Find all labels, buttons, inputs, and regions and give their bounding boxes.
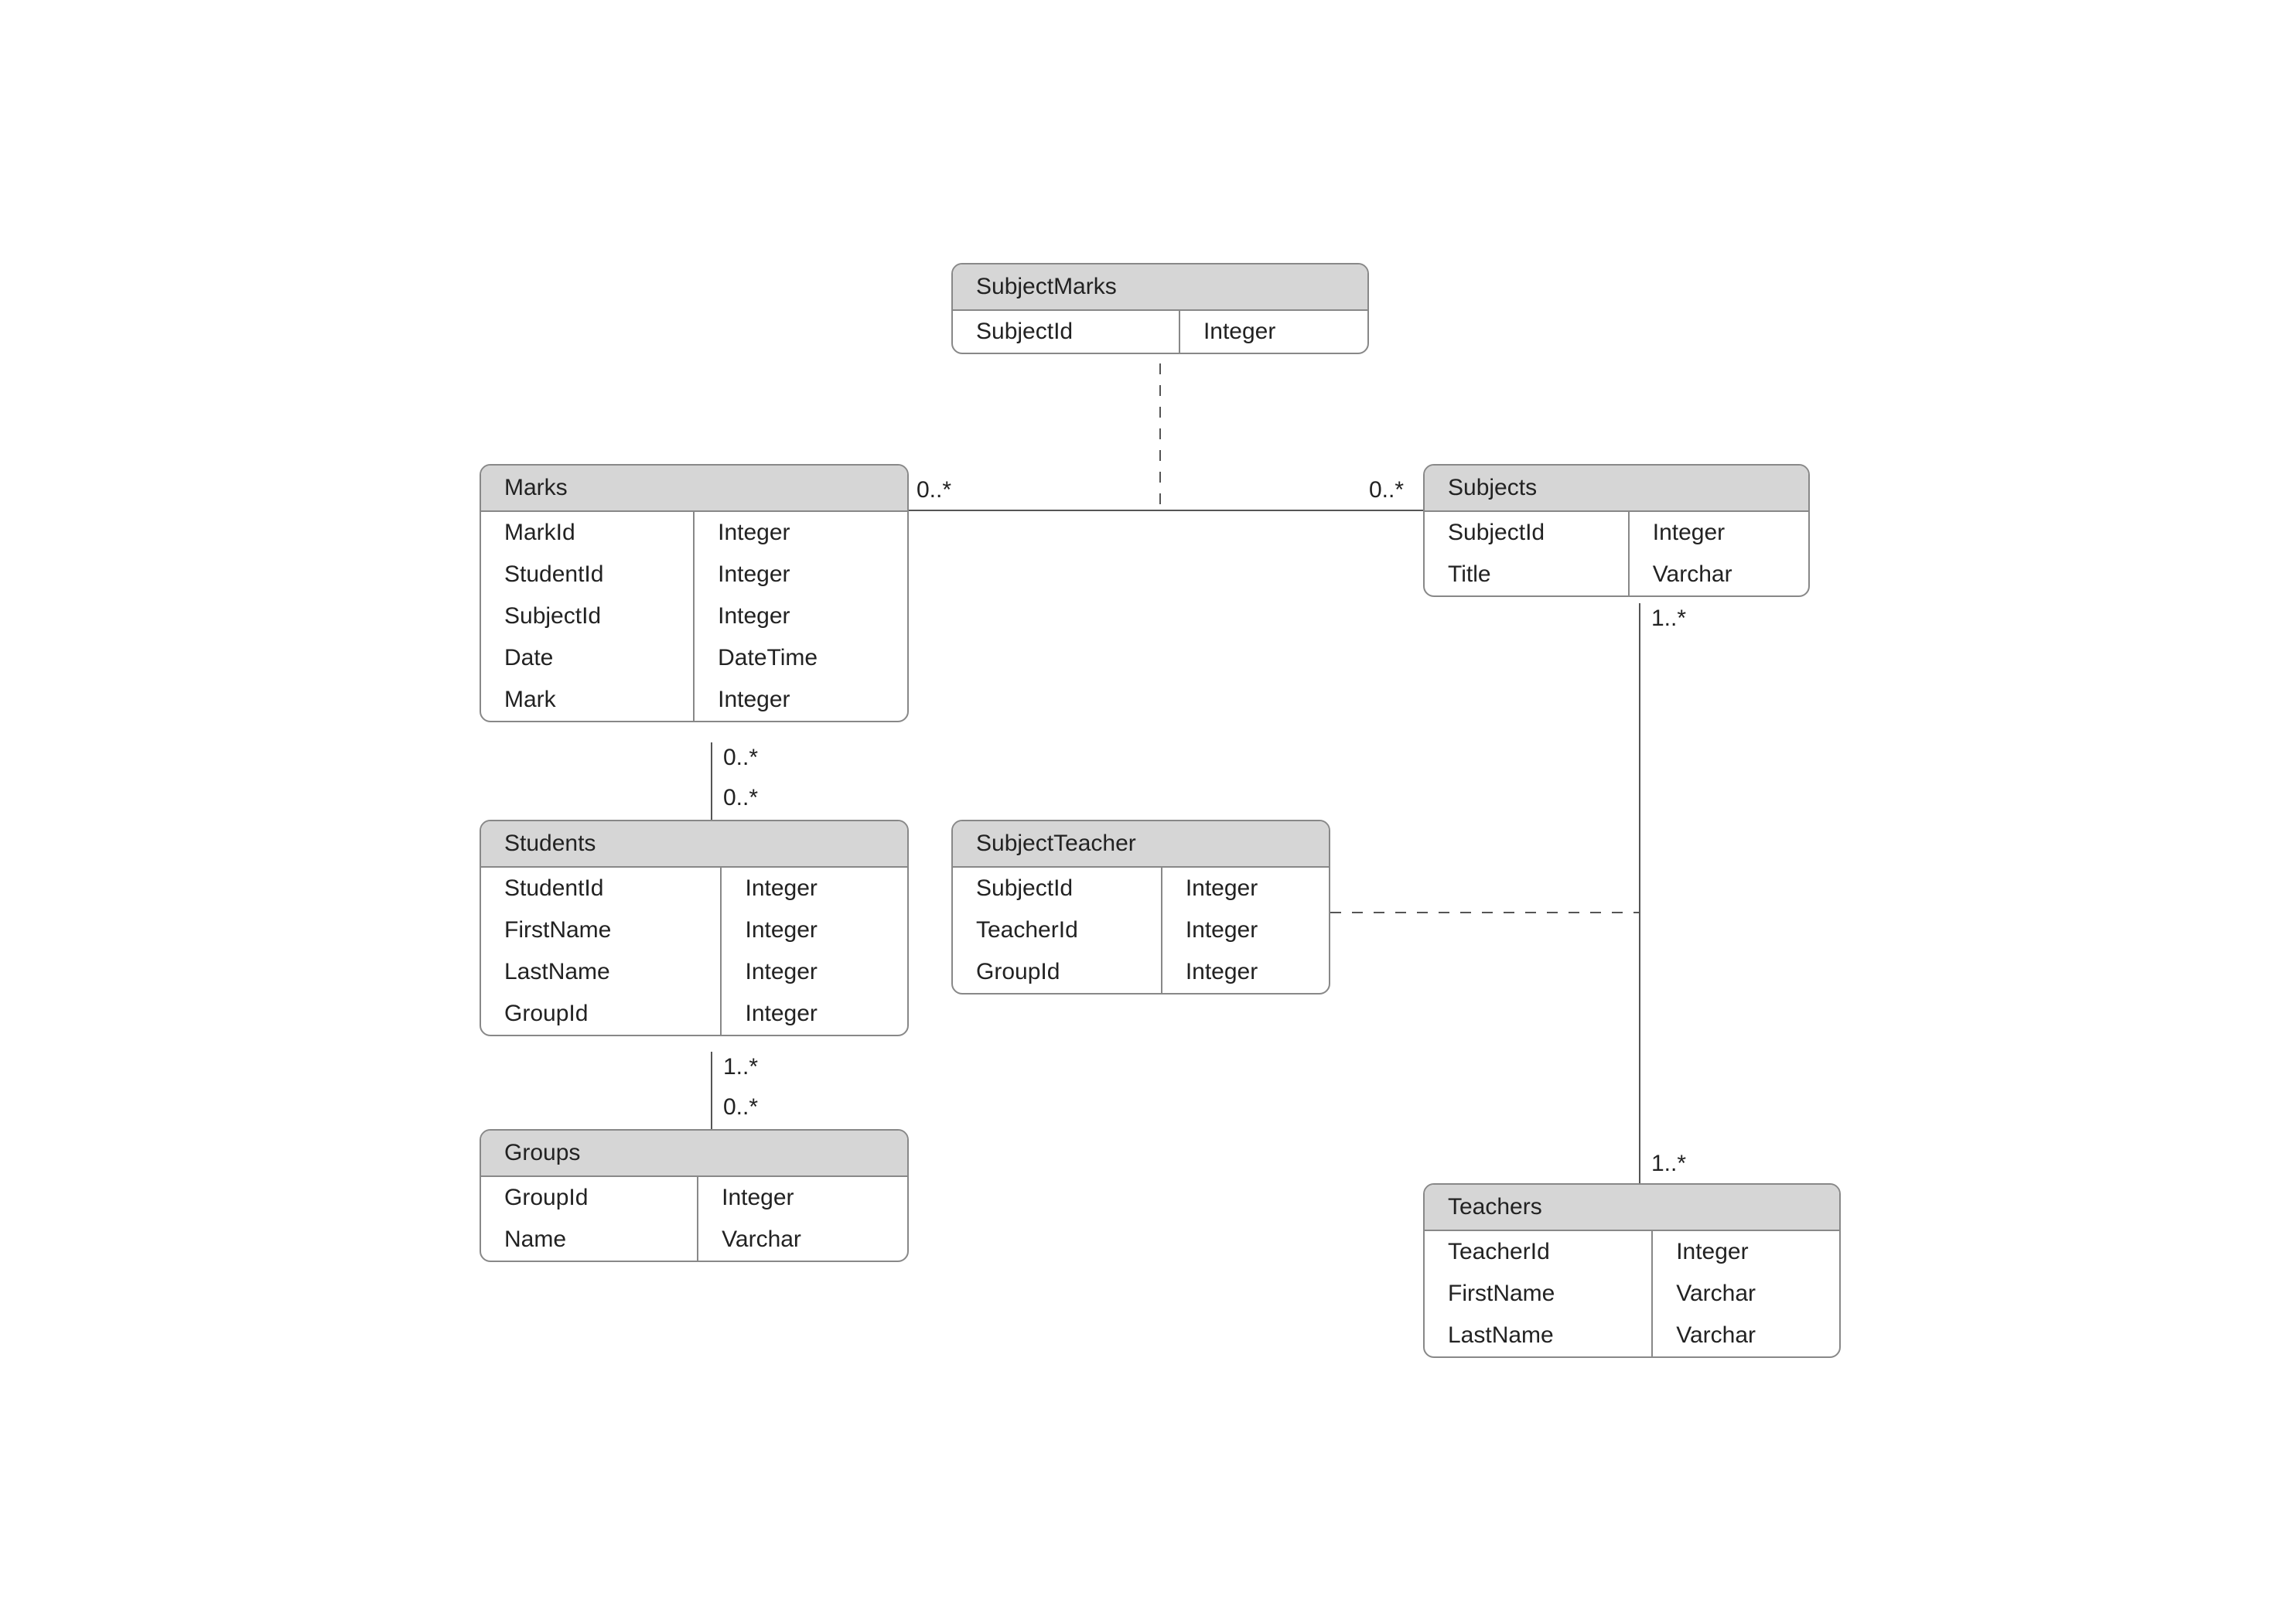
field-name: Mark — [481, 679, 694, 721]
field-name: FirstName — [1425, 1273, 1652, 1315]
multiplicity-label: 1..* — [1651, 606, 1686, 632]
entity-title: SubjectMarks — [953, 264, 1367, 311]
er-diagram-canvas: SubjectMarks SubjectId Integer Marks Mar… — [0, 0, 2294, 1624]
field-name: TeacherId — [953, 909, 1162, 951]
entity-field-row: StudentId Integer — [481, 554, 907, 595]
entity-field-row: GroupId Integer — [481, 1177, 907, 1219]
field-name: GroupId — [481, 993, 721, 1035]
entity-field-row: Title Varchar — [1425, 554, 1808, 595]
entity-title: SubjectTeacher — [953, 821, 1329, 868]
connectors-layer — [0, 0, 2294, 1624]
multiplicity-label: 0..* — [1369, 477, 1404, 503]
entity-marks[interactable]: Marks MarkId Integer StudentId Integer S… — [480, 464, 909, 722]
field-type: Integer — [721, 993, 907, 1035]
entity-field-row: FirstName Integer — [481, 909, 907, 951]
field-type: Integer — [1162, 868, 1329, 909]
multiplicity-label: 1..* — [1651, 1151, 1686, 1177]
field-type: Integer — [721, 868, 907, 909]
field-name: FirstName — [481, 909, 721, 951]
entity-subject-teacher[interactable]: SubjectTeacher SubjectId Integer Teacher… — [951, 820, 1330, 995]
field-type: Integer — [1162, 909, 1329, 951]
field-type: Integer — [694, 512, 907, 554]
field-name: LastName — [481, 951, 721, 993]
entity-field-row: Mark Integer — [481, 679, 907, 721]
field-type: Integer — [694, 679, 907, 721]
entity-field-row: GroupId Integer — [481, 993, 907, 1035]
field-type: Varchar — [1652, 1273, 1839, 1315]
field-name: SubjectId — [953, 311, 1179, 353]
entity-groups[interactable]: Groups GroupId Integer Name Varchar — [480, 1129, 909, 1262]
field-name: LastName — [1425, 1315, 1652, 1356]
entity-field-row: Date DateTime — [481, 637, 907, 679]
field-name: SubjectId — [1425, 512, 1629, 554]
field-name: SubjectId — [953, 868, 1162, 909]
field-name: TeacherId — [1425, 1231, 1652, 1273]
entity-title: Groups — [481, 1131, 907, 1177]
entity-field-row: SubjectId Integer — [481, 595, 907, 637]
field-type: DateTime — [694, 637, 907, 679]
entity-field-row: SubjectId Integer — [953, 868, 1329, 909]
entity-field-row: TeacherId Integer — [953, 909, 1329, 951]
field-type: Varchar — [1652, 1315, 1839, 1356]
field-type: Integer — [694, 554, 907, 595]
field-name: Date — [481, 637, 694, 679]
entity-field-row: GroupId Integer — [953, 951, 1329, 993]
field-name: GroupId — [953, 951, 1162, 993]
field-type: Integer — [698, 1177, 907, 1219]
entity-teachers[interactable]: Teachers TeacherId Integer FirstName Var… — [1423, 1183, 1841, 1358]
entity-field-row: LastName Integer — [481, 951, 907, 993]
entity-field-row: MarkId Integer — [481, 512, 907, 554]
entity-field-row: StudentId Integer — [481, 868, 907, 909]
field-type: Integer — [694, 595, 907, 637]
entity-field-row: FirstName Varchar — [1425, 1273, 1839, 1315]
field-type: Integer — [721, 951, 907, 993]
entity-title: Marks — [481, 466, 907, 512]
multiplicity-label: 0..* — [917, 477, 951, 503]
entity-subject-marks[interactable]: SubjectMarks SubjectId Integer — [951, 263, 1369, 354]
entity-field-row: Name Varchar — [481, 1219, 907, 1261]
field-type: Integer — [1162, 951, 1329, 993]
entity-subjects[interactable]: Subjects SubjectId Integer Title Varchar — [1423, 464, 1810, 597]
field-name: GroupId — [481, 1177, 698, 1219]
entity-field-row: SubjectId Integer — [953, 311, 1367, 353]
field-type: Varchar — [1629, 554, 1808, 595]
field-type: Integer — [721, 909, 907, 951]
entity-students[interactable]: Students StudentId Integer FirstName Int… — [480, 820, 909, 1036]
field-name: Name — [481, 1219, 698, 1261]
entity-title: Students — [481, 821, 907, 868]
field-type: Varchar — [698, 1219, 907, 1261]
entity-field-row: TeacherId Integer — [1425, 1231, 1839, 1273]
field-name: StudentId — [481, 554, 694, 595]
multiplicity-label: 0..* — [723, 745, 758, 771]
field-type: Integer — [1179, 311, 1367, 353]
field-name: SubjectId — [481, 595, 694, 637]
field-type: Integer — [1629, 512, 1808, 554]
multiplicity-label: 0..* — [723, 785, 758, 811]
field-name: MarkId — [481, 512, 694, 554]
entity-field-row: SubjectId Integer — [1425, 512, 1808, 554]
entity-field-row: LastName Varchar — [1425, 1315, 1839, 1356]
field-name: StudentId — [481, 868, 721, 909]
field-name: Title — [1425, 554, 1629, 595]
field-type: Integer — [1652, 1231, 1839, 1273]
entity-title: Subjects — [1425, 466, 1808, 512]
multiplicity-label: 0..* — [723, 1094, 758, 1121]
multiplicity-label: 1..* — [723, 1054, 758, 1080]
entity-title: Teachers — [1425, 1185, 1839, 1231]
